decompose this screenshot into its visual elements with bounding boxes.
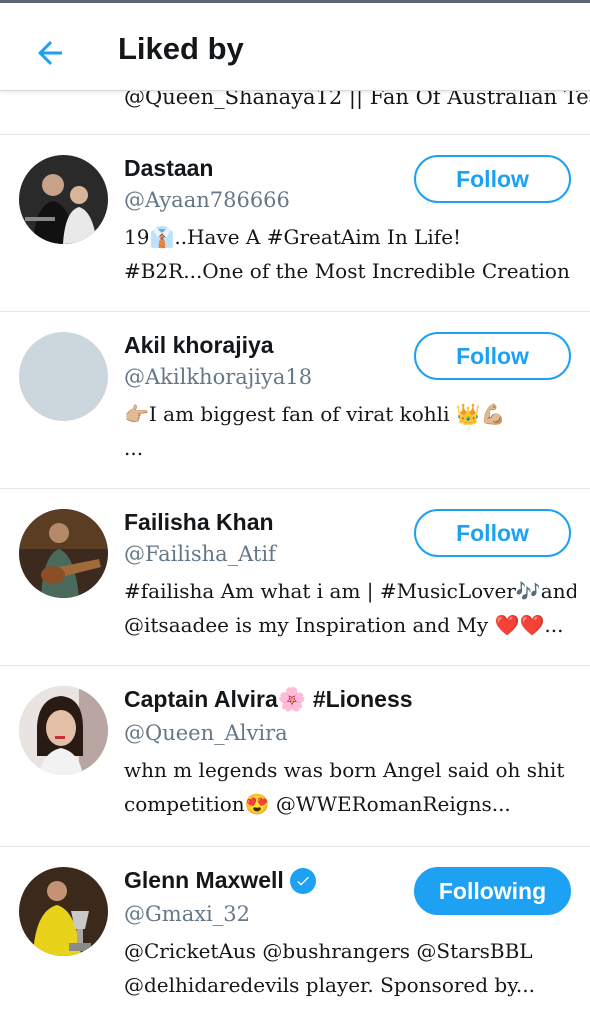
user-bio-line: #failisha Am what i am | #MusicLover🎶and bbox=[124, 579, 576, 603]
list-item[interactable]: Captain Alvira🌸 #Lioness @Queen_Alvira w… bbox=[0, 666, 590, 847]
user-handle: @Gmaxi_32 bbox=[124, 902, 250, 926]
user-name[interactable]: Failisha Khan bbox=[124, 509, 274, 536]
user-bio-line: @delhidaredevils player. Sponsored by... bbox=[124, 973, 535, 997]
verified-badge-icon bbox=[289, 867, 316, 894]
user-name[interactable]: Akil khorajiya bbox=[124, 332, 274, 359]
list-item[interactable]: Dastaan @Ayaan786666 19👔..Have A #GreatA… bbox=[0, 135, 590, 312]
avatar[interactable] bbox=[19, 509, 108, 598]
user-name[interactable]: Dastaan bbox=[124, 155, 213, 182]
user-name[interactable]: Captain Alvira🌸 #Lioness bbox=[124, 686, 413, 713]
page-title: Liked by bbox=[118, 31, 244, 66]
avatar[interactable] bbox=[19, 332, 108, 421]
avatar[interactable] bbox=[19, 155, 108, 244]
user-bio-line: @CricketAus @bushrangers @StarsBBL bbox=[124, 939, 533, 963]
user-bio-line: 👉🏼I am biggest fan of virat kohli 👑💪🏼 bbox=[124, 402, 506, 426]
user-name[interactable]: Glenn Maxwell bbox=[124, 867, 316, 894]
user-handle: @Queen_Alvira bbox=[124, 721, 288, 745]
user-handle: @Akilkhorajiya18 bbox=[124, 365, 313, 389]
avatar[interactable] bbox=[19, 686, 108, 775]
following-button[interactable]: Following bbox=[414, 867, 571, 915]
avatar[interactable] bbox=[19, 867, 108, 956]
app-bar: Liked by bbox=[0, 3, 590, 91]
user-bio-line: whn m legends was born Angel said oh shi… bbox=[124, 758, 565, 782]
list-item[interactable]: Glenn Maxwell @Gmaxi_32 @CricketAus @bus… bbox=[0, 847, 590, 1024]
arrow-left-icon bbox=[38, 41, 62, 65]
back-button[interactable] bbox=[28, 31, 72, 75]
list-item[interactable]: Akil khorajiya @Akilkhorajiya18 👉🏼I am b… bbox=[0, 312, 590, 489]
list-item-partial[interactable]: @Queen_Shanaya12 || Fan Of Australian Te… bbox=[0, 91, 590, 135]
list-item[interactable]: Failisha Khan @Failisha_Atif #failisha A… bbox=[0, 489, 590, 666]
follow-button[interactable]: Follow bbox=[414, 155, 571, 203]
user-handle: @Failisha_Atif bbox=[124, 542, 276, 566]
user-bio-line: #B2R...One of the Most Incredible Creati… bbox=[124, 259, 576, 283]
user-bio-line: competition😍 @WWERomanReigns... bbox=[124, 792, 511, 816]
user-handle: @Ayaan786666 bbox=[124, 188, 290, 212]
user-bio-line: 19👔..Have A #GreatAim In Life! bbox=[124, 225, 462, 249]
user-bio-line: ... bbox=[124, 436, 144, 460]
liked-by-list: @Queen_Shanaya12 || Fan Of Australian Te… bbox=[0, 91, 590, 1024]
follow-button[interactable]: Follow bbox=[414, 332, 571, 380]
user-bio-line: @itsaadee is my Inspiration and My ❤️❤️.… bbox=[124, 613, 564, 637]
follow-button[interactable]: Follow bbox=[414, 509, 571, 557]
user-bio: @Queen_Shanaya12 || Fan Of Australian Te… bbox=[124, 91, 590, 109]
